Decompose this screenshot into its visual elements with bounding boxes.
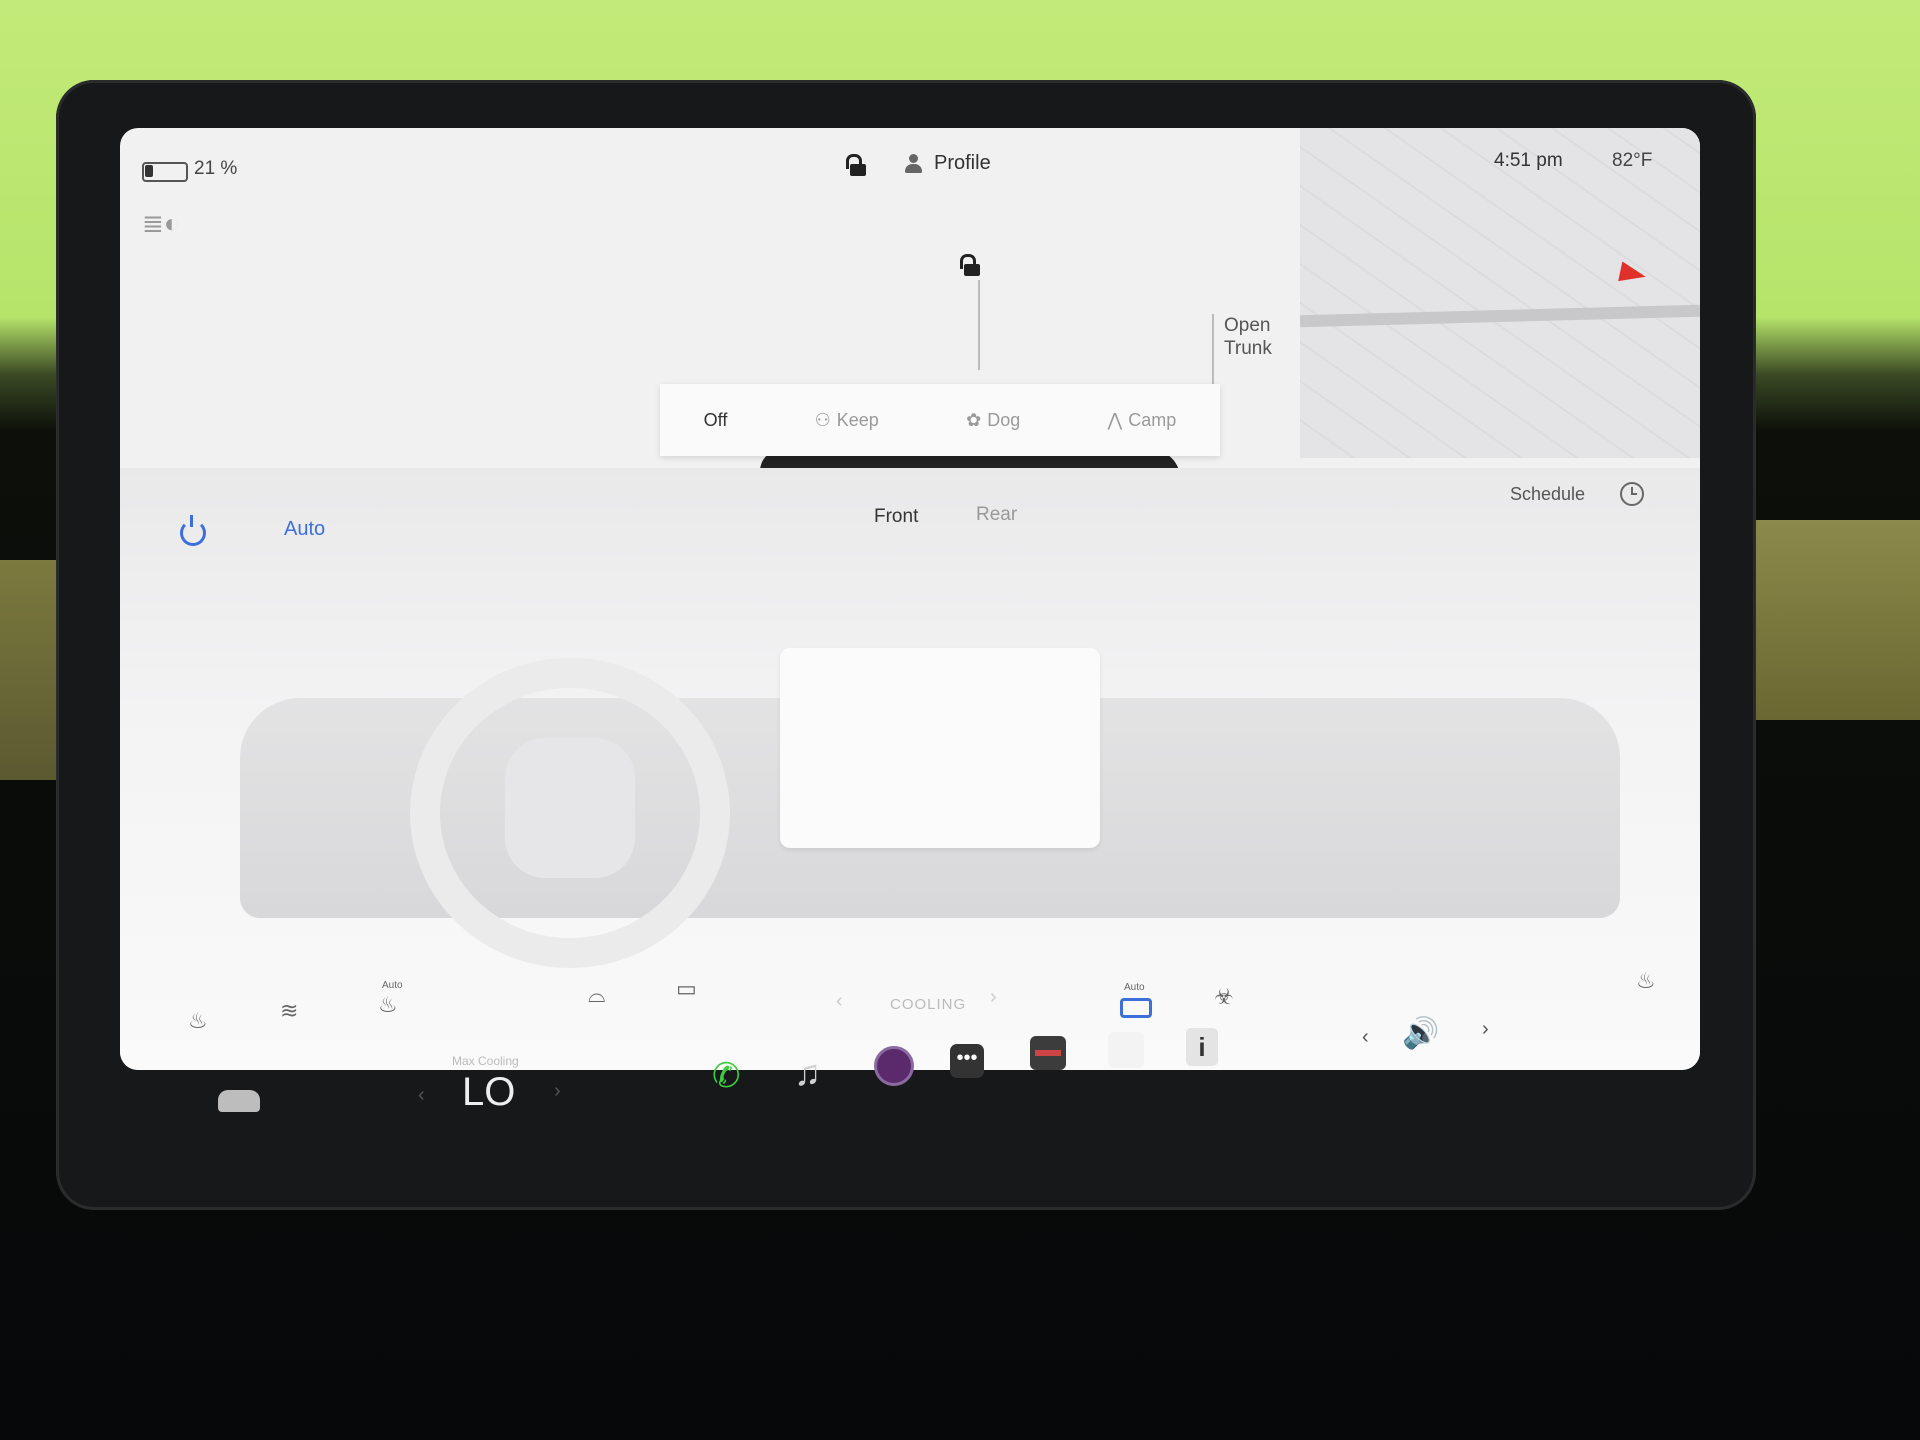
car-unlock-icon[interactable]: [960, 254, 982, 276]
driver-temperature[interactable]: LO: [462, 1070, 515, 1115]
mode-label: Keep: [836, 409, 879, 430]
owners-manual-icon[interactable]: i: [1186, 1028, 1218, 1066]
climate-keeper-selector: Off ⚇ Keep ✿ Dog ⋀ Camp: [660, 384, 1220, 456]
touchscreen: 21 % ≣◐ Profile 4:51 pm 82°F Open Trunk …: [120, 128, 1700, 1070]
mode-label: Camp: [1128, 409, 1177, 430]
front-defrost-icon[interactable]: ⌓: [588, 982, 605, 1008]
camera-icon[interactable]: [874, 1046, 914, 1086]
keep-icon: ⚇: [814, 409, 831, 430]
auto-seat-heat-icon[interactable]: ♨: [378, 992, 398, 1018]
person-icon: [904, 153, 922, 174]
auto-small-label: Auto: [382, 980, 403, 991]
volume-down-chevron-icon[interactable]: ‹: [1362, 1026, 1369, 1049]
tab-front[interactable]: Front: [874, 506, 918, 528]
recirc-auto-label: Auto: [1124, 982, 1145, 993]
callout-line: [978, 280, 980, 370]
navigation-map[interactable]: [1299, 128, 1700, 458]
rear-defrost-icon[interactable]: ▭: [676, 976, 697, 1002]
auto-headlight-icon[interactable]: ≣◐: [142, 208, 180, 239]
clock: 4:51 pm: [1494, 150, 1563, 171]
center-screen-illustration: [780, 648, 1100, 848]
seat-heater-left-icon[interactable]: ♨: [188, 1008, 208, 1034]
outside-temperature: 82°F: [1612, 150, 1653, 171]
dashcam-icon[interactable]: [1030, 1036, 1066, 1070]
map-road: [1299, 304, 1700, 328]
battery-level: [145, 165, 153, 177]
profile-button[interactable]: Profile: [904, 152, 991, 175]
steering-hub-illustration: [505, 738, 635, 878]
max-cooling-label: Max Cooling: [452, 1054, 519, 1068]
temp-down-chevron-icon[interactable]: ‹: [418, 1084, 425, 1107]
open-trunk-button[interactable]: Open Trunk: [1224, 314, 1272, 360]
paw-icon: ✿: [966, 409, 982, 430]
more-apps-icon[interactable]: •••: [950, 1044, 984, 1078]
climate-power-icon[interactable]: [180, 515, 206, 546]
temp-up-chevron-icon[interactable]: ›: [554, 1080, 561, 1103]
climate-panel: Auto Front Rear Schedule ♨ ≋ Auto ♨ ⌓ ▭ …: [120, 468, 1700, 1070]
volume-icon[interactable]: 🔊: [1402, 1016, 1439, 1051]
bioweapon-defense-icon[interactable]: ☣: [1214, 984, 1234, 1010]
clock-icon[interactable]: [1620, 482, 1644, 506]
seat-heater-right-icon[interactable]: ♨: [1636, 968, 1656, 994]
volume-up-chevron-icon[interactable]: ›: [1482, 1018, 1489, 1041]
mode-keep-button[interactable]: ⚇ Keep: [815, 410, 879, 431]
battery-icon: [142, 162, 188, 182]
steering-heater-icon[interactable]: ≋: [280, 998, 298, 1024]
schedule-button[interactable]: Schedule: [1510, 484, 1585, 505]
mode-off-button[interactable]: Off: [704, 410, 728, 431]
tent-icon: ⋀: [1107, 409, 1123, 430]
car-icon[interactable]: [218, 1090, 260, 1112]
fan-down-icon[interactable]: ‹: [836, 990, 843, 1013]
auto-climate-button[interactable]: Auto: [284, 518, 325, 541]
mode-camp-button[interactable]: ⋀ Camp: [1108, 410, 1177, 431]
fan-up-icon[interactable]: ›: [990, 986, 997, 1009]
door-lock-icon[interactable]: [846, 154, 868, 176]
battery-percent: 21 %: [194, 158, 238, 179]
music-icon[interactable]: ♫: [794, 1052, 821, 1094]
calendar-icon[interactable]: [1108, 1032, 1144, 1068]
fan-status: COOLING: [890, 996, 967, 1013]
mode-dog-button[interactable]: ✿ Dog: [966, 410, 1020, 431]
mode-label: Off: [703, 409, 728, 430]
profile-label: Profile: [934, 152, 991, 174]
open-trunk-label: Open Trunk: [1224, 315, 1272, 359]
mode-label: Dog: [987, 409, 1021, 430]
tab-rear[interactable]: Rear: [976, 504, 1017, 526]
phone-icon[interactable]: ✆: [712, 1056, 741, 1096]
recirculation-icon[interactable]: [1120, 998, 1152, 1018]
